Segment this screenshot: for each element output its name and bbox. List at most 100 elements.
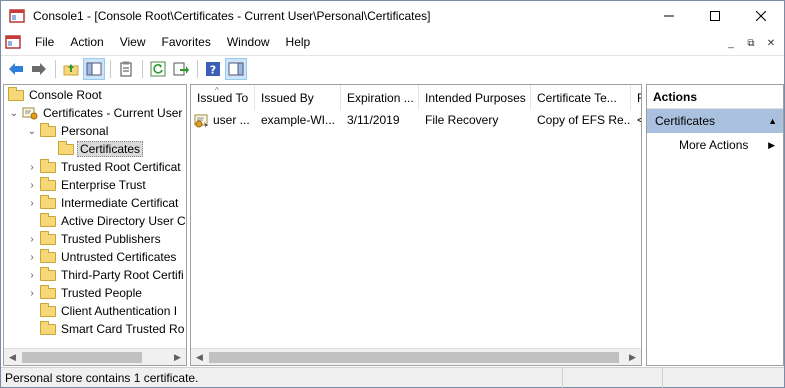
tree-node-active-directory-user[interactable]: Active Directory User C	[38, 212, 186, 230]
tree-node-personal-certificates[interactable]: Certificates	[56, 140, 144, 158]
mdi-restore-button[interactable]: ⧉	[742, 35, 760, 51]
more-actions-item[interactable]: More Actions ▶	[647, 133, 783, 157]
folder-icon	[40, 177, 56, 192]
tree-node-smart-card-trusted-roots[interactable]: Smart Card Trusted Ro	[38, 320, 186, 338]
help-button[interactable]: ?	[202, 58, 224, 80]
maximize-button[interactable]	[692, 1, 738, 31]
menu-window[interactable]: Window	[219, 31, 278, 53]
tree-node-trusted-publishers[interactable]: › Trusted Publishers	[26, 230, 163, 248]
folder-icon	[8, 87, 24, 102]
menu-action[interactable]: Action	[62, 31, 111, 53]
list-horizontal-scrollbar[interactable]: ◀ ▶	[191, 348, 641, 365]
chevron-right-icon[interactable]: ›	[26, 266, 38, 284]
results-pane[interactable]: ^ Issued To Issued By Expiration ... Int…	[190, 84, 642, 366]
tree-node-untrusted[interactable]: › Untrusted Certificates	[26, 248, 178, 266]
column-certificate-template[interactable]: Certificate Te...	[531, 85, 631, 110]
chevron-down-icon[interactable]: ⌄	[26, 122, 38, 140]
tree-node-trusted-root[interactable]: › Trusted Root Certificat	[26, 158, 183, 176]
properties-button[interactable]	[115, 58, 137, 80]
cell-intended-purposes: File Recovery	[425, 113, 499, 127]
tree-node-personal[interactable]: ⌄ Personal	[26, 122, 110, 140]
tree-node-client-authentication[interactable]: Client Authentication I	[38, 302, 179, 320]
actions-section-certificates[interactable]: Certificates ▲	[647, 109, 783, 133]
column-expiration-date[interactable]: Expiration ...	[341, 85, 419, 110]
chevron-right-icon[interactable]: ›	[26, 230, 38, 248]
show-hide-console-tree-button[interactable]	[83, 57, 105, 80]
collapse-up-icon[interactable]: ▲	[768, 109, 777, 133]
tree-node-label: Untrusted Certificates	[61, 250, 177, 264]
chevron-right-icon[interactable]: ›	[26, 194, 38, 212]
actions-pane: Actions Certificates ▲ More Actions ▶	[646, 84, 784, 366]
chevron-down-icon[interactable]: ⌄	[8, 104, 20, 122]
folder-icon	[40, 303, 56, 318]
tree-node-label: Third-Party Root Certifi	[61, 268, 184, 282]
chevron-right-icon[interactable]: ›	[26, 284, 38, 302]
tree-node-certificates-current-user[interactable]: ⌄ Certificates - Current User	[8, 104, 184, 122]
title-bar[interactable]: Console1 - [Console Root\Certificates - …	[1, 1, 784, 31]
mmc-app-icon[interactable]	[9, 9, 25, 23]
column-issued-to[interactable]: ^ Issued To	[191, 85, 255, 110]
cell-expiration-date: 3/11/2019	[347, 113, 400, 127]
scroll-right-icon[interactable]: ▶	[624, 349, 641, 366]
scroll-left-icon[interactable]: ◀	[191, 349, 208, 366]
tree-node-intermediate[interactable]: › Intermediate Certificat	[26, 194, 180, 212]
column-issued-by[interactable]: Issued By	[255, 85, 341, 110]
tree-node-trusted-people[interactable]: › Trusted People	[26, 284, 144, 302]
sort-ascending-icon: ^	[215, 86, 219, 95]
minimize-button[interactable]	[646, 1, 692, 31]
tree-node-label: Personal	[61, 124, 109, 138]
folder-icon	[58, 141, 74, 156]
certificates-snapin-icon	[22, 106, 38, 120]
console-tree[interactable]: Console Root ⌄ Certificates - Current Us…	[3, 84, 187, 366]
tree-node-label: Trusted People	[61, 286, 142, 300]
menu-file[interactable]: File	[27, 31, 62, 53]
folder-icon	[40, 249, 56, 264]
back-arrow-icon	[9, 62, 23, 75]
column-label: Issued By	[261, 91, 314, 105]
folder-icon	[40, 321, 56, 336]
forward-arrow-icon	[32, 62, 46, 75]
show-hide-action-pane-button[interactable]	[225, 57, 247, 80]
column-friendly-name[interactable]: F	[631, 85, 641, 110]
mdi-child-icon[interactable]	[5, 34, 21, 50]
chevron-right-icon[interactable]: ›	[26, 248, 38, 266]
column-intended-purposes[interactable]: Intended Purposes	[419, 85, 531, 110]
folder-icon	[40, 267, 56, 282]
mdi-minimize-button[interactable]: _	[722, 35, 740, 51]
menu-help[interactable]: Help	[278, 31, 319, 53]
window-title: Console1 - [Console Root\Certificates - …	[33, 9, 431, 23]
folder-icon	[40, 159, 56, 174]
certificate-icon	[194, 114, 210, 128]
actions-section-label: Certificates	[655, 114, 716, 128]
list-header: ^ Issued To Issued By Expiration ... Int…	[191, 85, 641, 110]
export-list-button[interactable]	[170, 58, 192, 80]
folder-icon	[40, 195, 56, 210]
tree-horizontal-scrollbar[interactable]: ◀ ▶	[4, 348, 186, 365]
scroll-thumb[interactable]	[209, 352, 619, 363]
tree-node-console-root[interactable]: Console Root	[6, 86, 104, 104]
tree-node-enterprise-trust[interactable]: › Enterprise Trust	[26, 176, 148, 194]
status-bar: Personal store contains 1 certificate.	[1, 367, 784, 388]
forward-button[interactable]	[28, 58, 50, 80]
scroll-thumb[interactable]	[22, 352, 142, 363]
folder-icon	[40, 231, 56, 246]
tree-node-label: Trusted Publishers	[61, 232, 161, 246]
show-hide-action-pane-icon	[228, 62, 244, 75]
mdi-close-button[interactable]: ✕	[762, 35, 780, 51]
folder-icon	[40, 285, 56, 300]
chevron-right-icon[interactable]: ›	[26, 176, 38, 194]
actions-title: Actions	[647, 85, 783, 109]
chevron-right-icon[interactable]: ›	[26, 158, 38, 176]
up-one-level-button[interactable]	[60, 58, 82, 80]
tree-node-label: Enterprise Trust	[61, 178, 146, 192]
back-button[interactable]	[5, 58, 27, 80]
menu-view[interactable]: View	[112, 31, 154, 53]
scroll-right-icon[interactable]: ▶	[169, 349, 186, 366]
close-button[interactable]	[738, 1, 784, 31]
tree-node-label: Active Directory User C	[61, 214, 186, 228]
table-row[interactable]: user ... example-WI... 3/11/2019 File Re…	[191, 111, 641, 129]
tree-node-third-party-root[interactable]: › Third-Party Root Certifi	[26, 266, 186, 284]
menu-favorites[interactable]: Favorites	[154, 31, 219, 53]
refresh-button[interactable]	[147, 58, 169, 80]
scroll-left-icon[interactable]: ◀	[4, 349, 21, 366]
